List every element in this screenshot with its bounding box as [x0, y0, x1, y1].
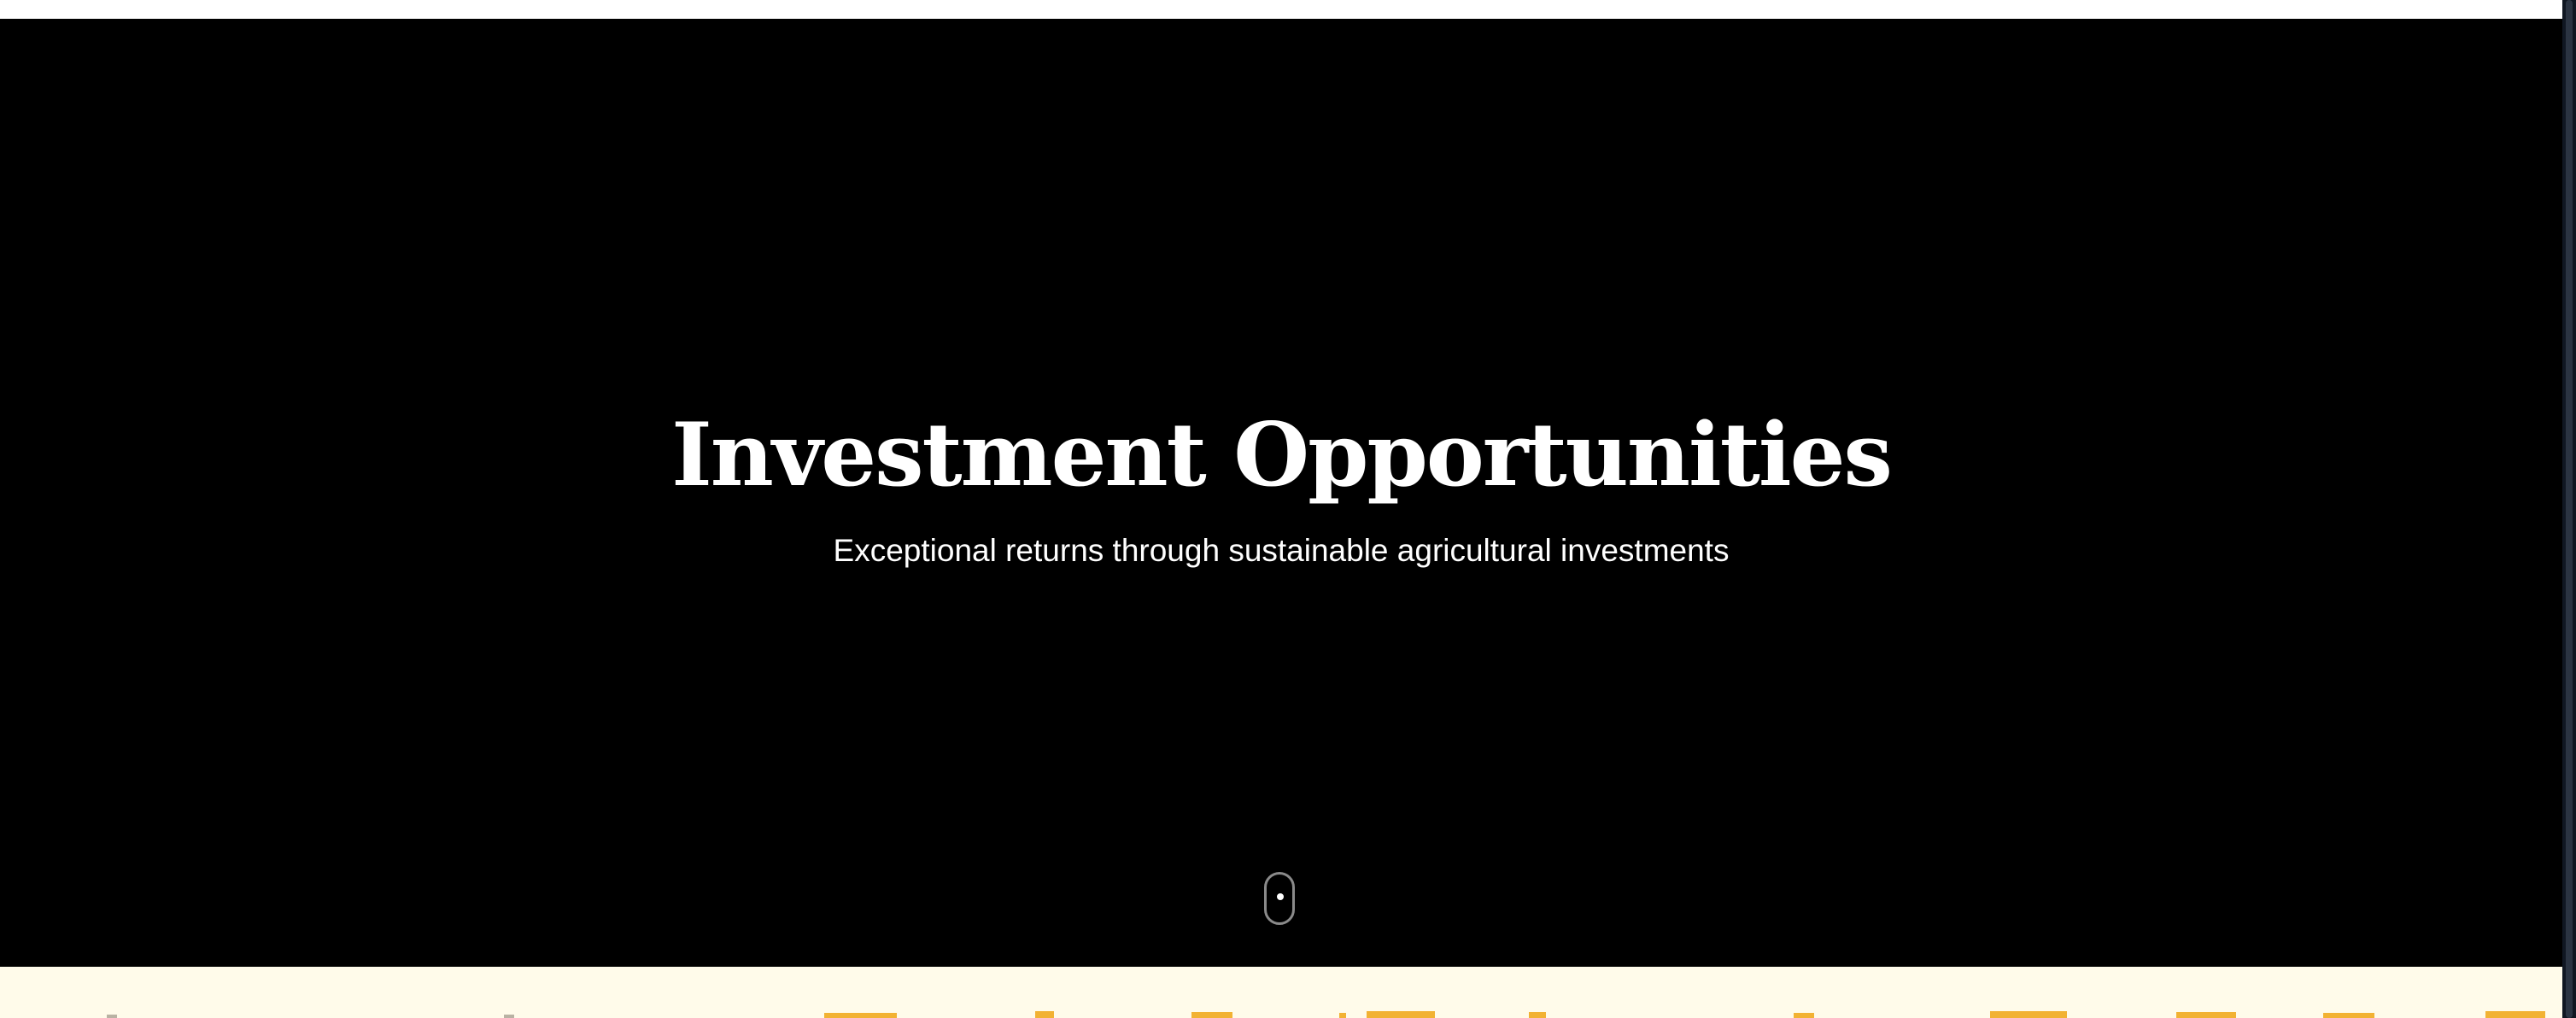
- page: Investment Opportunities Exceptional ret…: [0, 0, 2576, 1018]
- heading-glyph-fragment: [824, 1013, 897, 1018]
- heading-glyph-fragment: [2485, 1011, 2545, 1018]
- hero-section: Investment Opportunities Exceptional ret…: [0, 19, 2562, 967]
- scrollbar-thumb[interactable]: [2566, 0, 2573, 1018]
- next-section-peek: [0, 967, 2562, 1018]
- heading-glyph-fragment: [1191, 1012, 1232, 1018]
- partial-heading-marks: [107, 1011, 2545, 1018]
- heading-glyph-fragment: [2323, 1013, 2374, 1018]
- text-fragment: [107, 1015, 117, 1018]
- heading-glyph-fragment: [1794, 1013, 1814, 1018]
- hero-subtitle: Exceptional returns through sustainable …: [833, 533, 1730, 568]
- heading-glyph-fragment: [1529, 1012, 1546, 1018]
- top-bar: [0, 0, 2562, 19]
- heading-glyph-fragment: [1990, 1011, 2067, 1018]
- hero-title: Investment Opportunities: [671, 404, 1893, 506]
- scroll-dot-icon: [1277, 893, 1284, 900]
- heading-glyph-fragment: [1035, 1011, 1054, 1018]
- text-fragment: [504, 1015, 514, 1018]
- heading-glyph-fragment: [2176, 1012, 2236, 1018]
- heading-glyph-fragment: [1367, 1011, 1435, 1018]
- vertical-scrollbar[interactable]: [2562, 0, 2576, 1018]
- heading-glyph-fragment: [1339, 1013, 1346, 1018]
- mouse-scroll-icon[interactable]: [1264, 872, 1295, 925]
